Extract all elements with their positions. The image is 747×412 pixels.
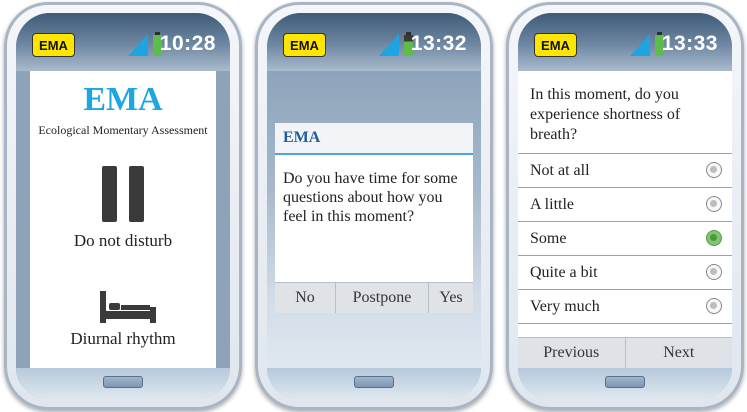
question-content: In this moment, do you experience shortn… <box>518 71 732 368</box>
diurnal-rhythm-label[interactable]: Diurnal rhythm <box>30 329 216 349</box>
no-button[interactable]: No <box>275 283 336 313</box>
option-label: Very much <box>530 298 600 315</box>
status-time: 10:28 <box>159 32 216 55</box>
status-time: 13:33 <box>661 32 718 55</box>
signal-icon <box>630 34 650 56</box>
radio-icon[interactable] <box>706 162 722 178</box>
question-nav: Previous Next <box>518 337 732 368</box>
dialog-question: Do you have time for some questions abou… <box>283 170 458 225</box>
ema-app-badge[interactable]: EMA <box>32 33 75 57</box>
option-some[interactable]: Some <box>518 222 732 256</box>
prompt-dialog: EMA Do you have time for some questions … <box>275 123 473 313</box>
status-bar: EMA 10:28 <box>16 13 230 71</box>
answer-options: Not at all A little Some Quite a bit Ver… <box>518 153 732 324</box>
radio-icon[interactable] <box>706 298 722 314</box>
nav-bar <box>267 368 481 398</box>
dialog-buttons: No Postpone Yes <box>275 282 473 313</box>
signal-icon <box>379 34 399 56</box>
pause-icon[interactable] <box>102 166 144 222</box>
home-content: EMA Ecological Momentary Assessment Do n… <box>30 71 216 368</box>
phone-home-screen: EMA 10:28 EMA Ecological Momentary Asses… <box>4 2 242 410</box>
phone-prompt-screen: EMA 13:32 EMA Do you have time for some … <box>255 2 493 410</box>
radio-icon[interactable] <box>706 196 722 212</box>
home-button[interactable] <box>354 376 394 388</box>
ema-app-badge[interactable]: EMA <box>534 33 577 57</box>
next-button[interactable]: Next <box>626 338 733 368</box>
option-not-at-all[interactable]: Not at all <box>518 154 732 188</box>
status-bar: EMA 13:33 <box>518 13 732 71</box>
status-bar: EMA 13:32 <box>267 13 481 71</box>
nav-bar <box>518 368 732 398</box>
previous-button[interactable]: Previous <box>518 338 626 368</box>
option-label: Quite a bit <box>530 264 598 281</box>
home-button[interactable] <box>103 376 143 388</box>
postpone-button[interactable]: Postpone <box>336 283 429 313</box>
bed-icon[interactable] <box>98 289 158 325</box>
app-subtitle: Ecological Momentary Assessment <box>38 123 208 137</box>
radio-selected-icon[interactable] <box>706 230 722 246</box>
dialog-title: EMA <box>275 123 473 155</box>
option-label: Some <box>530 230 567 247</box>
option-label: A little <box>530 196 574 213</box>
option-label: Not at all <box>530 162 590 179</box>
option-quite-a-bit[interactable]: Quite a bit <box>518 256 732 290</box>
yes-button[interactable]: Yes <box>429 283 473 313</box>
option-a-little[interactable]: A little <box>518 188 732 222</box>
status-time: 13:32 <box>410 32 467 55</box>
radio-icon[interactable] <box>706 264 722 280</box>
ema-app-badge[interactable]: EMA <box>283 33 326 57</box>
nav-bar <box>16 368 230 398</box>
phone-screen: EMA 13:33 In this moment, do you experie… <box>518 13 732 398</box>
app-title: EMA <box>83 81 163 118</box>
option-very-much[interactable]: Very much <box>518 290 732 324</box>
do-not-disturb-label[interactable]: Do not disturb <box>30 231 216 251</box>
question-text: In this moment, do you experience shortn… <box>530 86 681 143</box>
phone-screen: EMA 10:28 EMA Ecological Momentary Asses… <box>16 13 230 398</box>
signal-icon <box>128 34 148 56</box>
home-button[interactable] <box>605 376 645 388</box>
phone-question-screen: EMA 13:33 In this moment, do you experie… <box>506 2 744 410</box>
phone-screen: EMA 13:32 EMA Do you have time for some … <box>267 13 481 398</box>
